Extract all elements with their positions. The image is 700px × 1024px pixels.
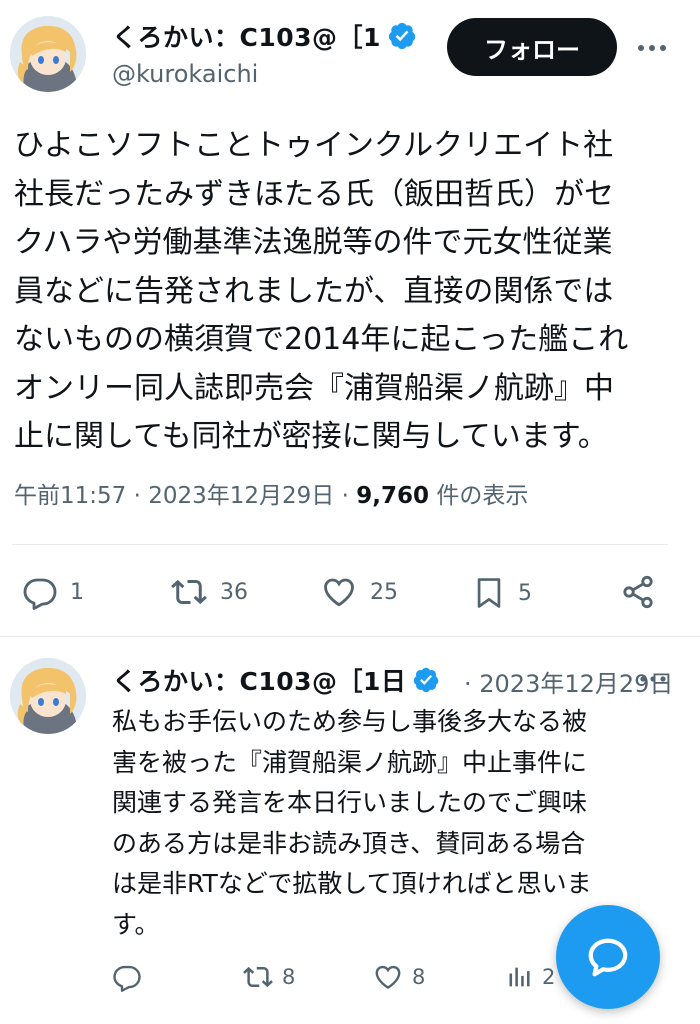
views-count: 9,760 bbox=[356, 483, 430, 509]
like-icon bbox=[324, 578, 354, 607]
reply-button[interactable] bbox=[112, 962, 142, 992]
retweet-count: 36 bbox=[220, 579, 248, 605]
bookmark-count: 5 bbox=[518, 580, 532, 606]
compose-button[interactable] bbox=[556, 905, 660, 1009]
bookmark-button[interactable]: 5 bbox=[472, 574, 532, 612]
tweet-date[interactable]: 2023年12月29日 bbox=[148, 483, 334, 509]
bookmark-icon bbox=[477, 578, 501, 608]
compose-icon bbox=[588, 938, 628, 977]
author-name-row[interactable]: くろかい：C103@［1 bbox=[112, 18, 417, 54]
avatar[interactable] bbox=[10, 16, 86, 92]
views-button[interactable]: 2 bbox=[506, 962, 555, 992]
views-icon bbox=[509, 967, 530, 987]
verified-badge-icon bbox=[412, 666, 440, 694]
reply-icon bbox=[23, 578, 57, 610]
retweet-icon bbox=[243, 966, 273, 988]
main-tweet: くろかい：C103@［1 @kurokaichi フォロー ひよこソフトことトゥ… bbox=[0, 0, 700, 640]
tweet-time[interactable]: 午前11:57 bbox=[14, 483, 126, 509]
reply-button[interactable]: 1 bbox=[22, 574, 84, 610]
like-button[interactable]: 8 bbox=[372, 962, 425, 992]
like-button[interactable]: 25 bbox=[320, 574, 398, 610]
author-handle[interactable]: @kurokaichi bbox=[112, 60, 258, 88]
meta-separator: · bbox=[341, 483, 349, 509]
section-divider bbox=[0, 636, 700, 637]
tweet-meta: 午前11:57 · 2023年12月29日 · 9,760 件の表示 bbox=[14, 476, 528, 510]
more-icon[interactable] bbox=[632, 30, 672, 66]
meta-separator: · bbox=[133, 483, 141, 509]
divider bbox=[12, 544, 668, 545]
tweet-text: ひよこソフトことトゥインクルクリエイト社 社長だったみずきほたる氏（飯田哲氏）が… bbox=[14, 128, 629, 454]
retweet-icon bbox=[171, 579, 207, 605]
avatar[interactable] bbox=[10, 658, 86, 734]
reply-author-row[interactable]: くろかい：C103@［1日 bbox=[112, 662, 440, 698]
reply-author-name[interactable]: くろかい：C103@［1日 bbox=[112, 662, 406, 698]
views-label: 件の表示 bbox=[436, 483, 529, 509]
reply-icon bbox=[113, 965, 141, 992]
verified-badge-icon bbox=[387, 21, 417, 51]
like-icon bbox=[375, 965, 401, 990]
author-display-name[interactable]: くろかい：C103@［1 bbox=[112, 18, 381, 54]
like-count: 8 bbox=[412, 965, 426, 989]
more-icon[interactable] bbox=[640, 668, 666, 687]
like-count: 25 bbox=[370, 579, 398, 605]
retweet-count: 8 bbox=[282, 965, 296, 989]
reply-count: 1 bbox=[70, 579, 84, 605]
retweet-button[interactable]: 8 bbox=[242, 962, 295, 992]
views-count: 2 bbox=[542, 965, 556, 989]
share-button[interactable] bbox=[620, 574, 656, 610]
share-icon bbox=[623, 575, 653, 609]
follow-button[interactable]: フォロー bbox=[447, 18, 617, 76]
retweet-button[interactable]: 36 bbox=[170, 574, 248, 610]
